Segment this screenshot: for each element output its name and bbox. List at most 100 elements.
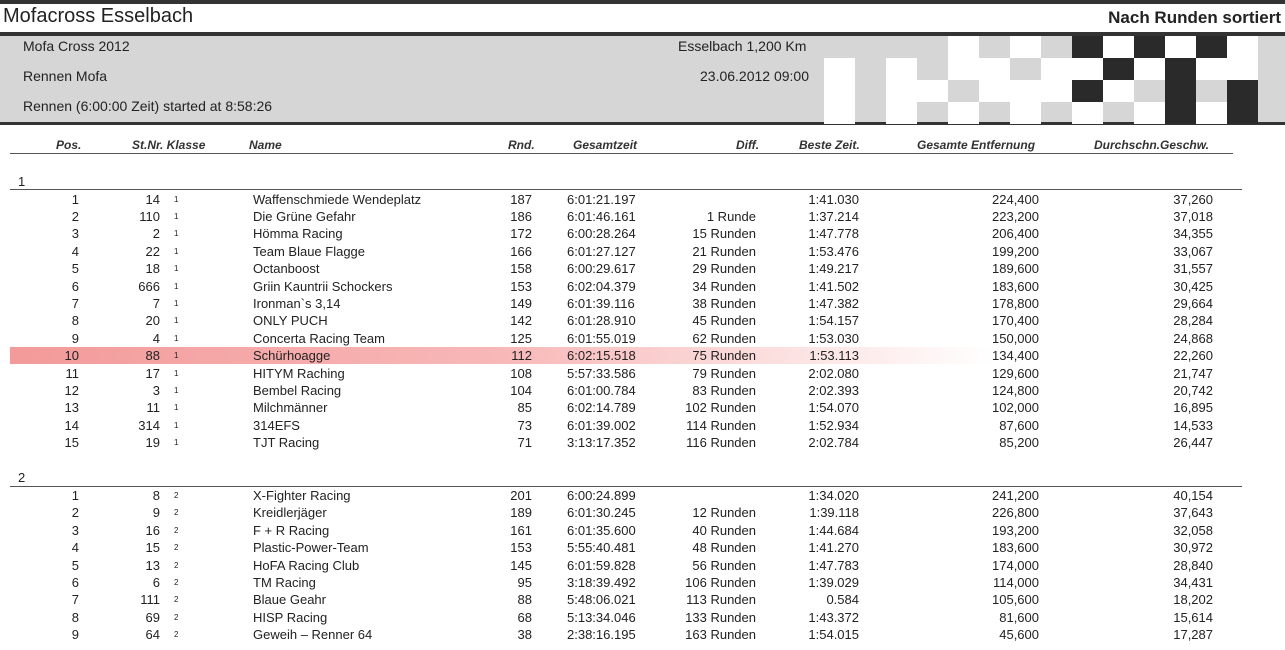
pos-cell: 8 bbox=[72, 313, 79, 328]
klasse-cell: 2 bbox=[174, 508, 178, 517]
pos-cell: 4 bbox=[72, 244, 79, 259]
entfernung-cell: 223,200 bbox=[992, 209, 1039, 224]
klasse-cell: 1 bbox=[174, 369, 178, 378]
diff-cell: 75 Runden bbox=[692, 348, 756, 363]
beste-zeit-cell: 1:47.783 bbox=[808, 558, 859, 573]
beste-zeit-cell: 1:53.113 bbox=[809, 348, 859, 363]
entfernung-cell: 183,600 bbox=[992, 540, 1039, 555]
gesamtzeit-cell: 6:02:14.789 bbox=[567, 400, 636, 415]
table-row: 11171HITYM Raching1085:57:33.58679 Runde… bbox=[10, 365, 1242, 382]
gesamtzeit-cell: 6:00:29.617 bbox=[567, 261, 636, 276]
diff-cell: 102 Runden bbox=[685, 400, 756, 415]
beste-zeit-cell: 1:54.157 bbox=[808, 313, 859, 328]
beste-zeit-cell: 1:44.684 bbox=[808, 523, 859, 538]
col-header-pos: Pos. bbox=[56, 138, 81, 152]
geschw-cell: 21,747 bbox=[1173, 366, 1213, 381]
rnd-cell: 68 bbox=[518, 610, 532, 625]
gesamtzeit-cell: 5:48:06.021 bbox=[567, 592, 636, 607]
name-cell: F + R Racing bbox=[253, 523, 329, 538]
table-row: 771Ironman`s 3,141496:01:39.11638 Runden… bbox=[10, 295, 1242, 312]
table-row: 5181Octanboost1586:00:29.61729 Runden1:4… bbox=[10, 260, 1242, 277]
name-cell: Griin Kauntrii Schockers bbox=[253, 279, 392, 294]
pos-cell: 15 bbox=[65, 435, 79, 450]
gesamtzeit-cell: 6:01:55.019 bbox=[567, 331, 636, 346]
name-cell: Geweih – Renner 64 bbox=[253, 627, 372, 642]
pos-cell: 1 bbox=[72, 488, 79, 503]
col-header-name: Name bbox=[249, 138, 282, 152]
gesamtzeit-cell: 6:01:00.784 bbox=[567, 383, 636, 398]
gesamtzeit-cell: 2:38:16.195 bbox=[567, 627, 636, 642]
diff-cell: 40 Runden bbox=[692, 523, 756, 538]
beste-zeit-cell: 2:02.393 bbox=[808, 383, 859, 398]
beste-zeit-cell: 1:47.778 bbox=[808, 226, 859, 241]
gesamtzeit-cell: 5:55:40.481 bbox=[567, 540, 636, 555]
group-label-1: 1 bbox=[18, 174, 25, 189]
pos-cell: 12 bbox=[65, 383, 79, 398]
geschw-cell: 30,972 bbox=[1173, 540, 1213, 555]
gesamtzeit-cell: 5:57:33.586 bbox=[567, 366, 636, 381]
entfernung-cell: 134,400 bbox=[992, 348, 1039, 363]
table-row: 292Kreidlerjäger1896:01:30.24512 Runden1… bbox=[10, 504, 1242, 521]
pos-cell: 9 bbox=[72, 331, 79, 346]
klasse-cell: 1 bbox=[174, 299, 178, 308]
table-row: 10881Schürhoagge1126:02:15.51875 Runden1… bbox=[10, 347, 1242, 364]
name-cell: Die Grüne Gefahr bbox=[253, 209, 356, 224]
rnd-cell: 85 bbox=[518, 400, 532, 415]
diff-cell: 12 Runden bbox=[692, 505, 756, 520]
gesamtzeit-cell: 6:01:59.828 bbox=[567, 558, 636, 573]
table-row: 9642Geweih – Renner 64382:38:16.195163 R… bbox=[10, 626, 1242, 643]
rnd-cell: 142 bbox=[510, 313, 532, 328]
name-cell: TJT Racing bbox=[253, 435, 319, 450]
pos-cell: 2 bbox=[72, 505, 79, 520]
col-header-gesamtzeit: Gesamtzeit bbox=[573, 138, 637, 152]
diff-cell: 15 Runden bbox=[692, 226, 756, 241]
klasse-cell: 1 bbox=[174, 316, 178, 325]
rnd-cell: 186 bbox=[510, 209, 532, 224]
rnd-cell: 95 bbox=[518, 575, 532, 590]
stnr-cell: 8 bbox=[153, 488, 160, 503]
rnd-cell: 145 bbox=[510, 558, 532, 573]
race-datetime: 23.06.2012 09:00 bbox=[700, 68, 809, 84]
location-distance: Esselbach 1,200 Km bbox=[678, 38, 806, 54]
beste-zeit-cell: 1:53.476 bbox=[808, 244, 859, 259]
stnr-cell: 88 bbox=[146, 348, 160, 363]
entfernung-cell: 129,600 bbox=[992, 366, 1039, 381]
diff-cell: 45 Runden bbox=[692, 313, 756, 328]
beste-zeit-cell: 1:41.270 bbox=[808, 540, 859, 555]
entfernung-cell: 178,800 bbox=[992, 296, 1039, 311]
diff-cell: 114 Runden bbox=[686, 418, 756, 433]
klasse-cell: 2 bbox=[174, 526, 178, 535]
rnd-cell: 187 bbox=[510, 192, 532, 207]
gesamtzeit-cell: 5:13:34.046 bbox=[567, 610, 636, 625]
geschw-cell: 16,895 bbox=[1173, 400, 1213, 415]
geschw-cell: 28,284 bbox=[1173, 313, 1213, 328]
gesamtzeit-cell: 6:02:04.379 bbox=[567, 279, 636, 294]
name-cell: HISP Racing bbox=[253, 610, 327, 625]
beste-zeit-cell: 1:53.030 bbox=[808, 331, 859, 346]
entfernung-cell: 193,200 bbox=[992, 523, 1039, 538]
table-row: 143141314EFS736:01:39.002114 Runden1:52.… bbox=[10, 417, 1242, 434]
entfernung-cell: 224,400 bbox=[992, 192, 1039, 207]
stnr-cell: 110 bbox=[139, 209, 160, 224]
klasse-cell: 2 bbox=[174, 561, 178, 570]
stnr-cell: 17 bbox=[146, 366, 160, 381]
group-label-2: 2 bbox=[18, 470, 25, 485]
entfernung-cell: 183,600 bbox=[992, 279, 1039, 294]
beste-zeit-cell: 1:54.015 bbox=[808, 627, 859, 642]
rnd-cell: 38 bbox=[518, 627, 532, 642]
entfernung-cell: 199,200 bbox=[992, 244, 1039, 259]
klasse-cell: 2 bbox=[174, 543, 178, 552]
geschw-cell: 28,840 bbox=[1173, 558, 1213, 573]
race-info-band: Mofa Cross 2012 Rennen Mofa Rennen (6:00… bbox=[0, 32, 1285, 125]
klasse-cell: 1 bbox=[174, 212, 178, 221]
stnr-cell: 6 bbox=[153, 575, 160, 590]
entfernung-cell: 206,400 bbox=[992, 226, 1039, 241]
geschw-cell: 34,355 bbox=[1173, 226, 1213, 241]
entfernung-cell: 45,600 bbox=[999, 627, 1039, 642]
race-class: Rennen Mofa bbox=[23, 68, 107, 84]
rnd-cell: 158 bbox=[510, 261, 532, 276]
beste-zeit-cell: 1:41.502 bbox=[808, 279, 859, 294]
stnr-cell: 4 bbox=[153, 331, 160, 346]
stnr-cell: 15 bbox=[146, 540, 160, 555]
pos-cell: 1 bbox=[72, 192, 79, 207]
